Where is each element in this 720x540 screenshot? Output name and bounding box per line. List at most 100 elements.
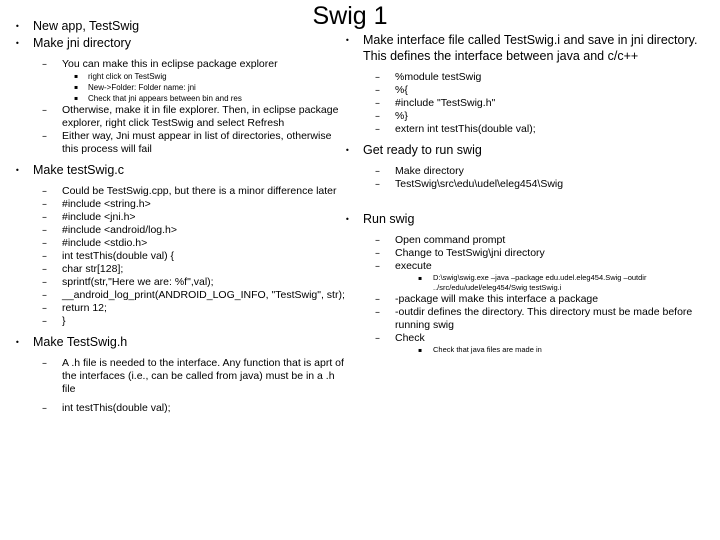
list-item-text: New app, TestSwig: [33, 19, 140, 33]
bullet-dash-icon: –: [42, 251, 47, 262]
bullet-square-icon: ▪: [74, 95, 79, 102]
bullet-dash-icon: –: [375, 111, 380, 122]
presentation-slide: Swig 1 • New app, TestSwig • Make jni di…: [0, 0, 720, 540]
list-item-text: #include <stdio.h>: [62, 237, 148, 249]
list-item-text: -outdir defines the directory. This dire…: [395, 306, 693, 331]
left-content-column: • New app, TestSwig • Make jni directory…: [0, 0, 348, 415]
bullet-square-icon: ▪: [74, 73, 79, 80]
list-item: – -outdir defines the directory. This di…: [330, 306, 720, 332]
list-item: – A .h file is needed to the interface. …: [0, 357, 348, 396]
bullet-dash-icon: –: [42, 225, 47, 236]
bullet-dash-icon: –: [375, 294, 380, 305]
list-item-text: D:\swig\swig.exe –java –package edu.udel…: [433, 273, 647, 292]
bullet-square-icon: ▪: [418, 347, 423, 354]
list-item: • Make testSwig.c: [0, 162, 348, 178]
bullet-dash-icon: –: [42, 290, 47, 301]
list-item-text: Make TestSwig.h: [33, 335, 128, 349]
bullet-dash-icon: –: [42, 264, 47, 275]
list-item: – extern int testThis(double val);: [330, 123, 720, 136]
list-item-text: #include "TestSwig.h": [395, 97, 496, 109]
list-item: – __android_log_print(ANDROID_LOG_INFO, …: [0, 289, 348, 302]
list-item: – Could be TestSwig.cpp, but there is a …: [0, 185, 348, 198]
list-item: – You can make this in eclipse package e…: [0, 58, 348, 71]
list-item: • Make TestSwig.h: [0, 334, 348, 350]
list-item: – char str[128];: [0, 263, 348, 276]
list-item-text: -package will make this interface a pack…: [395, 293, 599, 305]
list-item: • Run swig: [330, 211, 720, 227]
bullet-dash-icon: –: [375, 248, 380, 259]
list-item-text: int testThis(double val);: [62, 402, 171, 414]
list-item-text: %}: [395, 110, 408, 122]
list-item-text: Could be TestSwig.cpp, but there is a mi…: [62, 185, 337, 197]
bullet-dot-icon: •: [15, 166, 20, 175]
list-item: • Make interface file called TestSwig.i …: [330, 32, 720, 64]
list-item: – return 12;: [0, 302, 348, 315]
list-item-text: %module testSwig: [395, 71, 482, 83]
list-item: – int testThis(double val);: [0, 402, 348, 415]
list-item-text: Get ready to run swig: [363, 143, 482, 157]
list-item: – %module testSwig: [330, 71, 720, 84]
list-item: – int testThis(double val) {: [0, 250, 348, 263]
list-item-text: Either way, Jni must appear in list of d…: [62, 130, 332, 155]
list-item-text: TestSwig\src\edu\udel\eleg454\Swig: [395, 178, 564, 190]
bullet-dash-icon: –: [42, 316, 47, 327]
bullet-dash-icon: –: [375, 85, 380, 96]
list-item: – %}: [330, 110, 720, 123]
list-item-text: New->Folder: Folder name: jni: [88, 83, 196, 92]
list-item: – Check: [330, 332, 720, 345]
bullet-dash-icon: –: [42, 105, 47, 116]
bullet-dot-icon: •: [15, 22, 20, 31]
list-item: ▪ New->Folder: Folder name: jni: [0, 82, 348, 93]
list-item: – #include <jni.h>: [0, 211, 348, 224]
bullet-dash-icon: –: [42, 358, 47, 369]
bullet-dash-icon: –: [375, 98, 380, 109]
bullet-dash-icon: –: [42, 186, 47, 197]
list-item: – #include "TestSwig.h": [330, 97, 720, 110]
list-item-text: Otherwise, make it in file explorer. The…: [62, 104, 339, 129]
list-item-text: A .h file is needed to the interface. An…: [62, 357, 344, 395]
list-item: ▪ Check that jni appears between bin and…: [0, 93, 348, 104]
list-item-text: Make jni directory: [33, 36, 131, 50]
bullet-dash-icon: –: [42, 238, 47, 249]
list-item-text: }: [62, 315, 66, 327]
bullet-dash-icon: –: [42, 199, 47, 210]
bullet-dash-icon: –: [42, 212, 47, 223]
list-item-text: Check that jni appears between bin and r…: [88, 94, 242, 103]
list-item: • Get ready to run swig: [330, 142, 720, 158]
bullet-dot-icon: •: [15, 338, 20, 347]
right-content-column: • Make interface file called TestSwig.i …: [330, 0, 720, 355]
list-item-text: Make directory: [395, 165, 464, 177]
list-item-text: Open command prompt: [395, 234, 506, 246]
bullet-dash-icon: –: [375, 179, 380, 190]
list-item-text: sprintf(str,"Here we are: %f",val);: [62, 276, 214, 288]
bullet-dash-icon: –: [375, 235, 380, 246]
list-item-text: int testThis(double val) {: [62, 250, 175, 262]
list-item: – Either way, Jni must appear in list of…: [0, 130, 348, 156]
list-item: – execute: [330, 260, 720, 273]
bullet-dash-icon: –: [42, 303, 47, 314]
list-item-text: Make interface file called TestSwig.i an…: [363, 33, 698, 63]
list-item-text: char str[128];: [62, 263, 124, 275]
bullet-dot-icon: •: [15, 39, 20, 48]
list-item-text: %{: [395, 84, 408, 96]
bullet-dot-icon: •: [345, 215, 350, 224]
list-item: – Open command prompt: [330, 234, 720, 247]
list-item: – TestSwig\src\edu\udel\eleg454\Swig: [330, 178, 720, 191]
list-item: ▪ right click on TestSwig: [0, 71, 348, 82]
list-item: – }: [0, 315, 348, 328]
list-item-text: __android_log_print(ANDROID_LOG_INFO, "T…: [62, 289, 345, 301]
bullet-dash-icon: –: [375, 307, 380, 318]
bullet-square-icon: ▪: [418, 275, 423, 282]
list-item: – -package will make this interface a pa…: [330, 293, 720, 306]
list-item-text: right click on TestSwig: [88, 72, 167, 81]
list-item-text: Change to TestSwig\jni directory: [395, 247, 545, 259]
bullet-dash-icon: –: [42, 59, 47, 70]
list-item-text: Make testSwig.c: [33, 163, 125, 177]
bullet-dash-icon: –: [42, 277, 47, 288]
list-item-text: return 12;: [62, 302, 107, 314]
list-item: • New app, TestSwig: [0, 18, 348, 34]
list-item: – sprintf(str,"Here we are: %f",val);: [0, 276, 348, 289]
list-item: – #include <stdio.h>: [0, 237, 348, 250]
list-item: – Otherwise, make it in file explorer. T…: [0, 104, 348, 130]
